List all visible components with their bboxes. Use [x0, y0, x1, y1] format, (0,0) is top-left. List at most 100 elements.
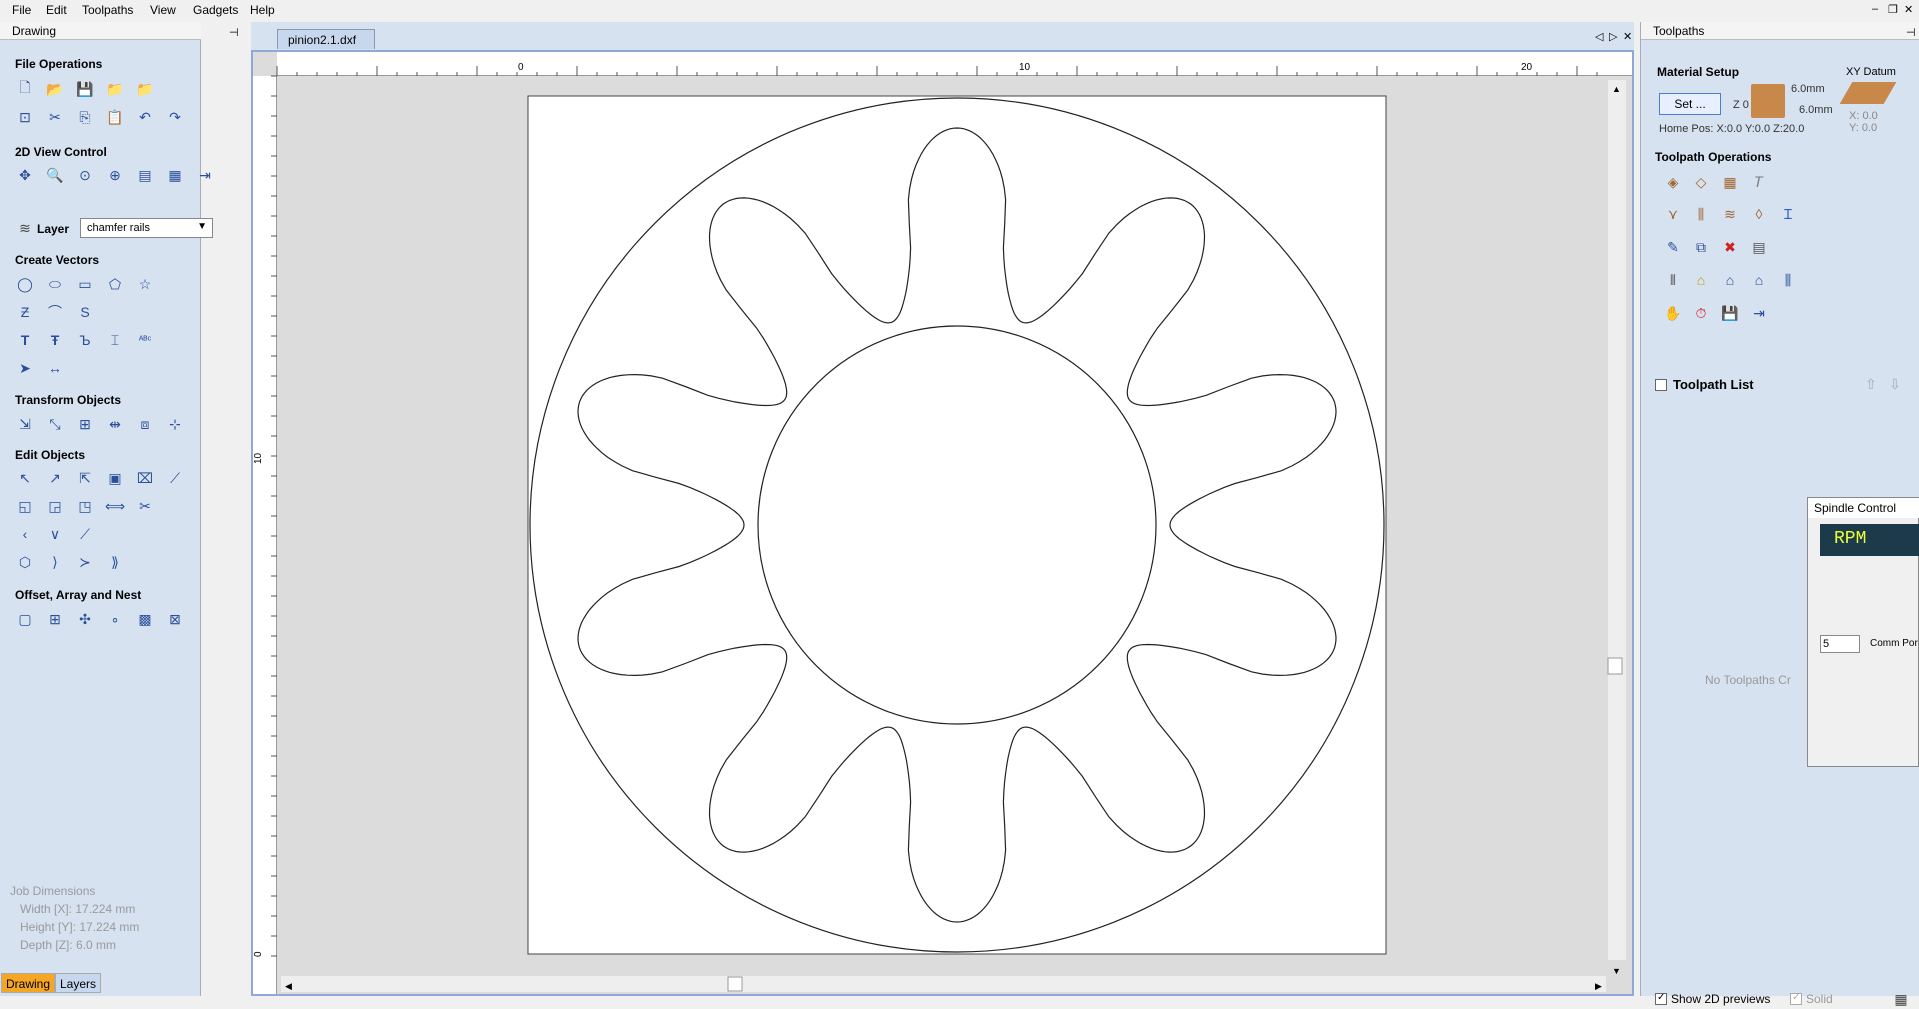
texture-icon[interactable]: ≋: [1720, 204, 1740, 224]
bitmap-icon[interactable]: ▣: [105, 468, 125, 488]
offset-icon[interactable]: ▢: [15, 609, 35, 629]
text-icon[interactable]: T: [15, 330, 35, 350]
circle-icon[interactable]: ◯: [15, 274, 35, 294]
pan-icon[interactable]: ✥: [15, 165, 35, 185]
tab-layers[interactable]: Layers: [55, 973, 102, 993]
reset-preview-icon[interactable]: ⌂: [1749, 270, 1769, 290]
scroll-right-arrow-icon[interactable]: ▶: [1595, 981, 1602, 991]
close-tab-icon[interactable]: ✕: [1623, 30, 1632, 43]
drill-toolpath-icon[interactable]: ▦: [1720, 172, 1740, 192]
curve-icon[interactable]: S: [75, 302, 95, 322]
arc-icon[interactable]: ⌒: [45, 302, 65, 322]
paste-icon[interactable]: 📋: [105, 107, 125, 127]
export-toolpath-icon[interactable]: ⇥: [1749, 303, 1769, 323]
comm-port-input[interactable]: 5: [1820, 635, 1860, 653]
nest-icon[interactable]: ▩: [135, 609, 155, 629]
show-2d-previews-checkbox[interactable]: ✓: [1655, 992, 1667, 1005]
preview-icon[interactable]: ⌂: [1691, 270, 1711, 290]
view-layout-icon[interactable]: ▤: [135, 165, 155, 185]
draw-tool-icon[interactable]: ➤: [15, 358, 35, 378]
align-icon[interactable]: ⊞: [75, 414, 95, 434]
delete-toolpath-icon[interactable]: ✖: [1720, 237, 1740, 257]
curve-fit-icon[interactable]: ⟩: [45, 552, 65, 572]
move-down-icon[interactable]: ⇩: [1885, 374, 1905, 394]
star-icon[interactable]: ☆: [135, 274, 155, 294]
minimize-icon[interactable]: –: [1872, 3, 1878, 15]
toolpath-list-checkbox[interactable]: [1655, 379, 1667, 391]
menu-gadgets[interactable]: Gadgets: [193, 3, 238, 17]
cut-icon[interactable]: ✂: [45, 107, 65, 127]
node-select-icon[interactable]: ⇱: [75, 468, 95, 488]
zoom-box-icon[interactable]: ⊕: [105, 165, 125, 185]
move-icon[interactable]: ⇲: [15, 414, 35, 434]
horizontal-scroll-thumb[interactable]: [727, 976, 743, 992]
xy-datum-icon[interactable]: [1839, 82, 1897, 104]
text-arc-icon[interactable]: ᴬᴮᶜ: [135, 330, 155, 350]
layer-select[interactable]: chamfer rails ▼: [80, 218, 213, 238]
trim-icon[interactable]: ✂: [135, 496, 155, 516]
tool-database-icon[interactable]: ⫴: [1663, 270, 1683, 290]
circular-array-icon[interactable]: ✣: [75, 609, 95, 629]
job-setup-icon[interactable]: ✋: [1663, 303, 1683, 323]
scroll-down-icon[interactable]: ▼: [1612, 966, 1621, 976]
intersect-icon[interactable]: ◳: [75, 496, 95, 516]
view-exit-icon[interactable]: ⇥: [195, 165, 215, 185]
vertical-scroll-thumb[interactable]: [1607, 657, 1623, 675]
menu-file[interactable]: File: [12, 3, 31, 17]
save-toolpath-icon[interactable]: 💾: [1720, 303, 1740, 323]
tool-list-icon[interactable]: ⫼: [1778, 270, 1798, 290]
preview-all-icon[interactable]: ⌂: [1720, 270, 1740, 290]
profile-toolpath-icon[interactable]: ◈: [1663, 172, 1683, 192]
dogbone-icon[interactable]: ⟫: [105, 552, 125, 572]
set-button[interactable]: Set ...: [1659, 93, 1721, 115]
subtract-icon[interactable]: ◲: [45, 496, 65, 516]
measure-icon[interactable]: ⟋: [165, 468, 185, 488]
mirror-icon[interactable]: ⇹: [105, 414, 125, 434]
scale-icon[interactable]: ⤡: [45, 414, 65, 434]
text-on-curve-icon[interactable]: Ъ: [75, 330, 95, 350]
pin-icon[interactable]: ⊣: [229, 26, 239, 39]
distort-icon[interactable]: ⧈: [135, 414, 155, 434]
scroll-left-icon[interactable]: ◁: [1595, 30, 1603, 43]
copy-along-icon[interactable]: ∘: [105, 609, 125, 629]
scroll-up-icon[interactable]: ▲: [1612, 84, 1621, 94]
weld-icon[interactable]: ◱: [15, 496, 35, 516]
zoom-extents-icon[interactable]: ⊙: [75, 165, 95, 185]
delete-icon[interactable]: ⌧: [135, 468, 155, 488]
select-icon[interactable]: ↖: [15, 468, 35, 488]
scroll-right-icon[interactable]: ▷: [1609, 30, 1617, 43]
pocket-toolpath-icon[interactable]: ◇: [1691, 172, 1711, 192]
close-vector-icon[interactable]: ⬡: [15, 552, 35, 572]
smooth-icon[interactable]: ‹: [15, 524, 35, 544]
polygon-icon[interactable]: ⬠: [105, 274, 125, 294]
ellipse-icon[interactable]: ⬭: [45, 274, 65, 294]
undo-icon[interactable]: ↶: [135, 107, 155, 127]
pin-icon[interactable]: ⊣: [1906, 26, 1916, 39]
center-icon[interactable]: ⊹: [165, 414, 185, 434]
text-toolpath-icon[interactable]: 𝑇: [1749, 172, 1769, 192]
move-up-icon[interactable]: ⇧: [1861, 374, 1881, 394]
menu-edit[interactable]: Edit: [46, 3, 67, 17]
join-icon[interactable]: ⟺: [105, 496, 125, 516]
rectangle-icon[interactable]: ▭: [75, 274, 95, 294]
tab-pinion[interactable]: pinion2.1.dxf: [277, 29, 375, 49]
fluting-icon[interactable]: ⫼: [1691, 204, 1711, 224]
view-grid-icon[interactable]: ▦: [165, 165, 185, 185]
vertical-scrollbar[interactable]: [1608, 80, 1626, 960]
nest-parts-icon[interactable]: ⊠: [165, 609, 185, 629]
menu-view[interactable]: View: [150, 3, 176, 17]
open-folder-icon[interactable]: 📁: [105, 79, 125, 99]
inlay-icon[interactable]: Ɪ: [1778, 204, 1798, 224]
solid-checkbox[interactable]: ✓: [1790, 992, 1802, 1005]
restore-icon[interactable]: ❐: [1888, 3, 1898, 16]
extend-icon[interactable]: ⟋: [75, 524, 95, 544]
vcarve-icon[interactable]: ⋎: [1663, 204, 1683, 224]
prism-icon[interactable]: ◊: [1749, 204, 1769, 224]
close-icon[interactable]: ✕: [1904, 3, 1913, 16]
calculate-icon[interactable]: ▤: [1749, 237, 1769, 257]
menu-help[interactable]: Help: [250, 3, 275, 17]
copy-icon[interactable]: ⎘: [75, 107, 95, 127]
array-icon[interactable]: ⊞: [45, 609, 65, 629]
text-block-icon[interactable]: ⌶: [105, 330, 125, 350]
scroll-left-arrow-icon[interactable]: ◀: [285, 981, 292, 991]
